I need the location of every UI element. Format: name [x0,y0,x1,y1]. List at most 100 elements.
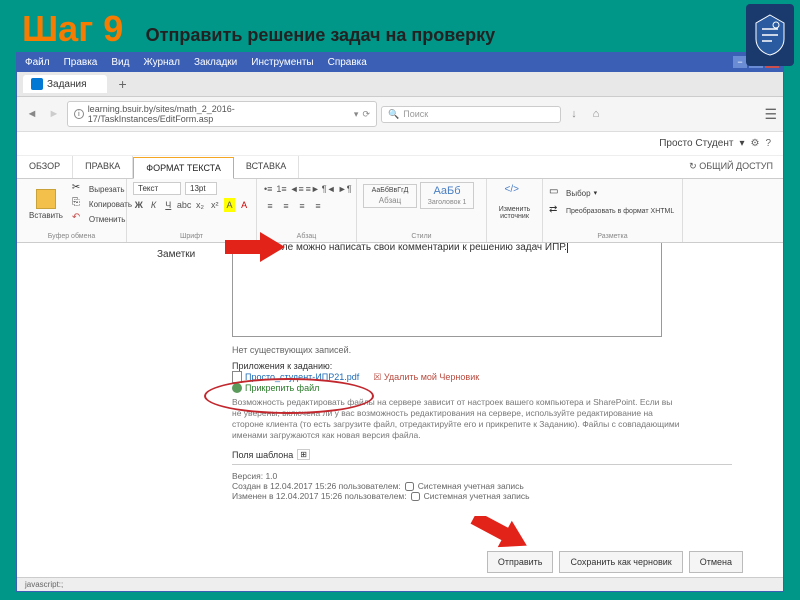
modified-checkbox[interactable] [411,492,420,501]
ltr-button[interactable]: ¶◄ [322,182,336,196]
user-bar: Просто Студент ▾ ⚙ ? [17,132,783,156]
sharepoint-icon [31,78,43,90]
reload-icon[interactable]: ⟳ [362,109,370,120]
convert-button[interactable]: ⇄Преобразовать в формат XHTML [549,204,676,218]
style1-button[interactable]: АаБбВвГгД Абзац [363,184,417,208]
cancel-button[interactable]: Отмена [689,551,743,573]
dropdown-icon[interactable]: ▾ [354,109,359,120]
menu-icon[interactable]: ☰ [764,106,777,123]
created-row: Создан в 12.04.2017 15:26 пользователем:… [232,481,763,491]
form-body: Заметки В этом поле можно написать свои … [17,243,783,591]
annotation-arrow-2 [468,516,528,561]
tab-bar: Задания + [17,72,783,97]
undo-icon: ↶ [72,212,86,226]
address-bar: ◄ ► i learning.bsuir.by/sites/math_2_201… [17,97,783,132]
underline-button[interactable]: Ч [162,198,174,212]
select-button[interactable]: ▭Выбор▾ [549,186,676,200]
align-left-button[interactable]: ≡ [263,199,277,213]
font-select[interactable]: Текст [133,182,181,195]
code-icon: </> [505,184,525,204]
menu-history[interactable]: Журнал [143,57,180,68]
share-button[interactable]: ↻ ОБЩИЙ ДОСТУП [689,161,773,172]
italic-button[interactable]: К [148,198,160,212]
menu-bookmarks[interactable]: Закладки [194,57,237,68]
settings-icon[interactable]: ⚙ [750,138,759,149]
copy-icon: ⎘ [72,197,86,211]
home-icon[interactable]: ⌂ [587,105,605,123]
paste-button[interactable]: Вставить [23,187,69,222]
ribbon-tabs: ОБЗОР ПРАВКА ФОРМАТ ТЕКСТА ВСТАВКА ↻ ОБЩ… [17,156,783,179]
rtl-button[interactable]: ►¶ [338,182,352,196]
share-icon: ↻ [689,161,697,171]
edit-source-button[interactable]: </> Изменить источник [493,182,536,222]
menu-help[interactable]: Справка [328,57,367,68]
created-checkbox[interactable] [405,482,414,491]
divider [232,464,732,465]
expand-icon[interactable]: ⊞ [297,449,310,460]
style2-button[interactable]: АаБб Заголовок 1 [420,182,474,209]
color-button[interactable]: A [238,198,250,212]
menu-view[interactable]: Вид [111,57,129,68]
notes-label: Заметки [157,249,195,260]
delete-draft-link[interactable]: ☒ Удалить мой Черновик [373,372,479,383]
ribbon: Вставить ✂Вырезать ⎘Копировать ↶Отменить… [17,179,783,243]
select-icon: ▭ [549,186,563,200]
justify-button[interactable]: ≡ [311,199,325,213]
menu-edit[interactable]: Правка [64,57,98,68]
copy-button[interactable]: ⎘Копировать [72,197,132,211]
university-logo [746,4,794,66]
notes-textarea[interactable]: В этом поле можно написать свои коммента… [232,243,662,337]
user-name[interactable]: Просто Студент [659,138,733,149]
indent-button[interactable]: ≡► [306,182,320,196]
status-bar: javascript:; [17,577,783,591]
tab-overview[interactable]: ОБЗОР [17,156,73,178]
bold-button[interactable]: Ж [133,198,145,212]
minimize-button[interactable]: − [733,56,747,68]
highlight-button[interactable]: A [224,198,236,212]
strike-button[interactable]: abc [177,198,191,212]
save-draft-button[interactable]: Сохранить как черновик [559,551,682,573]
undo-button[interactable]: ↶Отменить [72,212,132,226]
align-right-button[interactable]: ≡ [295,199,309,213]
tab-insert[interactable]: ВСТАВКА [234,156,299,178]
step-subtitle: Отправить решение задач на проверку [146,25,495,45]
size-select[interactable]: 13pt [185,182,217,195]
attachments-header: Приложения к заданию: [232,361,763,371]
delete-icon: ☒ [373,372,381,382]
new-tab-button[interactable]: + [113,76,133,92]
group-styles: Стили [357,233,486,240]
annotation-arrow-1 [225,232,285,277]
tab-edit[interactable]: ПРАВКА [73,156,133,178]
group-clipboard: Буфер обмена [17,233,126,240]
template-fields-label: Поля шаблона ⊞ [232,449,763,460]
menubar: Файл Правка Вид Журнал Закладки Инструме… [17,53,783,72]
forward-button[interactable]: ► [45,105,63,123]
back-button[interactable]: ◄ [23,105,41,123]
cut-button[interactable]: ✂Вырезать [72,182,132,196]
convert-icon: ⇄ [549,204,563,218]
search-input[interactable]: 🔍 Поиск [381,106,561,123]
group-markup: Разметка [543,233,682,240]
tab-text-format[interactable]: ФОРМАТ ТЕКСТА [133,157,234,179]
align-center-button[interactable]: ≡ [279,199,293,213]
slide-title: Шаг 9 Отправить решение задач на проверк… [22,8,495,50]
outdent-button[interactable]: ◄≡ [290,182,304,196]
paste-icon [36,189,56,209]
downloads-icon[interactable]: ↓ [565,105,583,123]
sub-button[interactable]: x₂ [194,198,206,212]
menu-tools[interactable]: Инструменты [251,57,313,68]
menu-file[interactable]: Файл [25,57,50,68]
cut-icon: ✂ [72,182,86,196]
url-input[interactable]: i learning.bsuir.by/sites/math_2_2016-17… [67,101,377,127]
search-placeholder: Поиск [403,109,428,119]
sup-button[interactable]: x² [209,198,221,212]
browser-tab[interactable]: Задания [23,75,107,93]
step-number: Шаг 9 [22,8,123,49]
numbering-button[interactable]: 1≡ [275,182,287,196]
info-icon: i [74,109,84,119]
bullets-button[interactable]: •≡ [263,182,273,196]
search-icon: 🔍 [388,109,399,120]
annotation-circle [204,378,374,414]
help-icon[interactable]: ? [765,138,771,149]
user-dropdown-icon[interactable]: ▾ [739,138,744,149]
